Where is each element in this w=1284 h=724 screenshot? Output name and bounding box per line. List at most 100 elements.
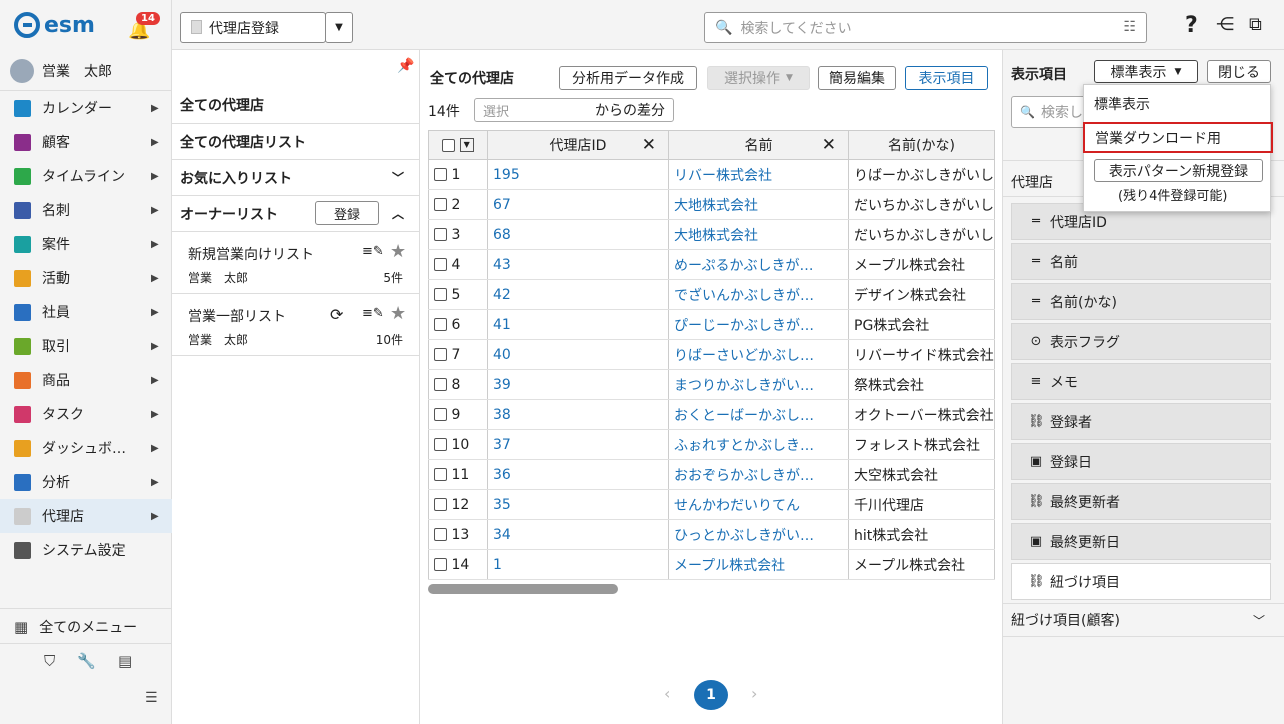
field-item[interactable]: ▣ 登録日 <box>1011 443 1271 480</box>
row-select-cell[interactable]: 6 <box>428 309 488 340</box>
pattern-option-standard[interactable]: 標準表示 <box>1084 89 1270 119</box>
agency-id-cell[interactable]: 38 <box>487 399 669 430</box>
agency-id-cell[interactable]: 36 <box>487 459 669 490</box>
row-checkbox[interactable] <box>434 258 447 271</box>
register-agency-button[interactable]: 代理店登録 <box>180 12 326 43</box>
agency-name-link[interactable]: りばーさいどかぶし… <box>674 348 814 364</box>
row-select-cell[interactable]: 11 <box>428 459 488 490</box>
row-select-cell[interactable]: 1 <box>428 159 488 190</box>
agency-name-link[interactable]: まつりかぶしきがい… <box>674 378 814 394</box>
agency-id-link[interactable]: 68 <box>493 227 511 243</box>
agency-name-link[interactable]: 大地株式会社 <box>674 228 758 244</box>
edit-list-icon[interactable]: ≡✎ <box>362 306 384 321</box>
agency-id-cell[interactable]: 68 <box>487 219 669 250</box>
sidebar-item[interactable]: 社員 ▶ <box>0 295 172 329</box>
field-item[interactable]: ⛓ 紐づけ項目 <box>1011 563 1271 600</box>
agency-name-link[interactable]: 大地株式会社 <box>674 198 758 214</box>
display-items-button[interactable]: 表示項目 <box>905 66 988 90</box>
close-icon[interactable]: ✕ <box>822 135 836 155</box>
favorites-section[interactable]: お気に入りリスト ﹀ <box>172 160 419 196</box>
table-row[interactable]: 1 195 リバー株式会社 りばーかぶしきがいし <box>428 159 995 190</box>
prev-page-icon[interactable]: ‹ <box>664 684 670 703</box>
row-checkbox[interactable] <box>434 228 447 241</box>
agency-id-link[interactable]: 38 <box>493 407 511 423</box>
agency-id-cell[interactable]: 40 <box>487 339 669 370</box>
agency-id-cell[interactable]: 67 <box>487 189 669 220</box>
table-row[interactable]: 11 36 おおぞらかぶしきが… 大空株式会社 <box>428 459 995 490</box>
select-menu-icon[interactable]: ▼ <box>459 138 474 152</box>
edit-list-icon[interactable]: ≡✎ <box>362 244 384 259</box>
select-all-header[interactable]: ▼ <box>428 130 488 160</box>
owner-register-button[interactable]: 登録 <box>315 201 379 225</box>
analysis-data-button[interactable]: 分析用データ作成 <box>559 66 697 90</box>
sidebar-item[interactable]: 案件 ▶ <box>0 227 172 261</box>
sidebar-item[interactable]: タスク ▶ <box>0 397 172 431</box>
star-icon[interactable]: ★ <box>390 303 406 324</box>
agency-name-cell[interactable]: おおぞらかぶしきが… <box>668 459 849 490</box>
row-select-cell[interactable]: 14 <box>428 549 488 580</box>
sidebar-item[interactable]: 顧客 ▶ <box>0 125 172 159</box>
table-row[interactable]: 4 43 めーぷるかぶしきが… メープル株式会社 <box>428 249 995 280</box>
row-checkbox[interactable] <box>434 168 447 181</box>
diff-select[interactable]: 選択 からの差分 <box>474 98 674 122</box>
agency-name-cell[interactable]: 大地株式会社 <box>668 219 849 250</box>
agency-name-cell[interactable]: りばーさいどかぶし… <box>668 339 849 370</box>
sidebar-item[interactable]: 名刺 ▶ <box>0 193 172 227</box>
field-item[interactable]: ⊙ 表示フラグ <box>1011 323 1271 360</box>
row-checkbox[interactable] <box>434 498 447 511</box>
agency-id-link[interactable]: 1 <box>493 557 502 573</box>
sidebar-item[interactable]: タイムライン ▶ <box>0 159 172 193</box>
agency-name-link[interactable]: ぴーじーかぶしきが… <box>674 318 814 334</box>
filter-settings-icon[interactable]: ☷ <box>1123 19 1136 35</box>
row-checkbox[interactable] <box>434 558 447 571</box>
agency-name-link[interactable]: おおぞらかぶしきが… <box>674 468 814 484</box>
agency-id-link[interactable]: 40 <box>493 347 511 363</box>
agency-name-link[interactable]: メープル株式会社 <box>674 558 785 574</box>
pattern-select[interactable]: 標準表示 ▼ <box>1094 60 1198 83</box>
agency-name-cell[interactable]: おくとーばーかぶし… <box>668 399 849 430</box>
agency-name-cell[interactable]: ひっとかぶしきがい… <box>668 519 849 550</box>
sidebar-item[interactable]: 代理店 ▶ <box>0 499 172 533</box>
agency-id-link[interactable]: 37 <box>493 437 511 453</box>
film-icon[interactable]: ▤ <box>118 652 132 670</box>
field-item[interactable]: ⛓ 最終更新者 <box>1011 483 1271 520</box>
field-item[interactable]: ═ 名前(かな) <box>1011 283 1271 320</box>
table-row[interactable]: 6 41 ぴーじーかぶしきが… PG株式会社 <box>428 309 995 340</box>
saved-list-item[interactable]: 新規営業向けリスト ≡✎ ★ 営業 太郎 5件 <box>172 232 419 294</box>
select-all-checkbox[interactable] <box>442 138 456 152</box>
open-external-icon[interactable]: ⧉ <box>1249 14 1262 35</box>
agency-id-link[interactable]: 34 <box>493 527 511 543</box>
bookmark-icon[interactable]: ⛉ <box>44 652 55 670</box>
close-panel-button[interactable]: 閉じる <box>1207 60 1271 83</box>
wrench-icon[interactable]: 🔧 <box>77 652 96 670</box>
agency-name-cell[interactable]: でざいんかぶしきが… <box>668 279 849 310</box>
all-menu-button[interactable]: ▦ 全てのメニュー <box>0 610 172 644</box>
sidebar-item[interactable]: 取引 ▶ <box>0 329 172 363</box>
agency-name-link[interactable]: ひっとかぶしきがい… <box>674 528 814 544</box>
row-checkbox[interactable] <box>434 468 447 481</box>
sidebar-item[interactable]: 活動 ▶ <box>0 261 172 295</box>
sidebar-item[interactable]: ダッシュボ… ▶ <box>0 431 172 465</box>
field-item[interactable]: ═ 名前 <box>1011 243 1271 280</box>
row-select-cell[interactable]: 8 <box>428 369 488 400</box>
sidebar-item[interactable]: カレンダー ▶ <box>0 91 172 125</box>
row-checkbox[interactable] <box>434 378 447 391</box>
register-dropdown-button[interactable]: ▼ <box>325 12 353 43</box>
agency-name-cell[interactable]: まつりかぶしきがい… <box>668 369 849 400</box>
row-checkbox[interactable] <box>434 438 447 451</box>
row-select-cell[interactable]: 4 <box>428 249 488 280</box>
agency-name-cell[interactable]: ぴーじーかぶしきが… <box>668 309 849 340</box>
row-select-cell[interactable]: 2 <box>428 189 488 220</box>
agency-name-cell[interactable]: メープル株式会社 <box>668 549 849 580</box>
agency-id-cell[interactable]: 43 <box>487 249 669 280</box>
agency-id-link[interactable]: 195 <box>493 167 520 183</box>
agency-id-link[interactable]: 43 <box>493 257 511 273</box>
related-fields-section[interactable]: 紐づけ項目(顧客) ﹀ <box>1003 603 1284 637</box>
row-select-cell[interactable]: 7 <box>428 339 488 370</box>
collapse-sidebar-icon[interactable]: ☰ <box>145 690 158 706</box>
row-select-cell[interactable]: 3 <box>428 219 488 250</box>
agency-id-link[interactable]: 36 <box>493 467 511 483</box>
row-select-cell[interactable]: 12 <box>428 489 488 520</box>
help-icon[interactable]: ? <box>1185 13 1198 38</box>
row-select-cell[interactable]: 10 <box>428 429 488 460</box>
